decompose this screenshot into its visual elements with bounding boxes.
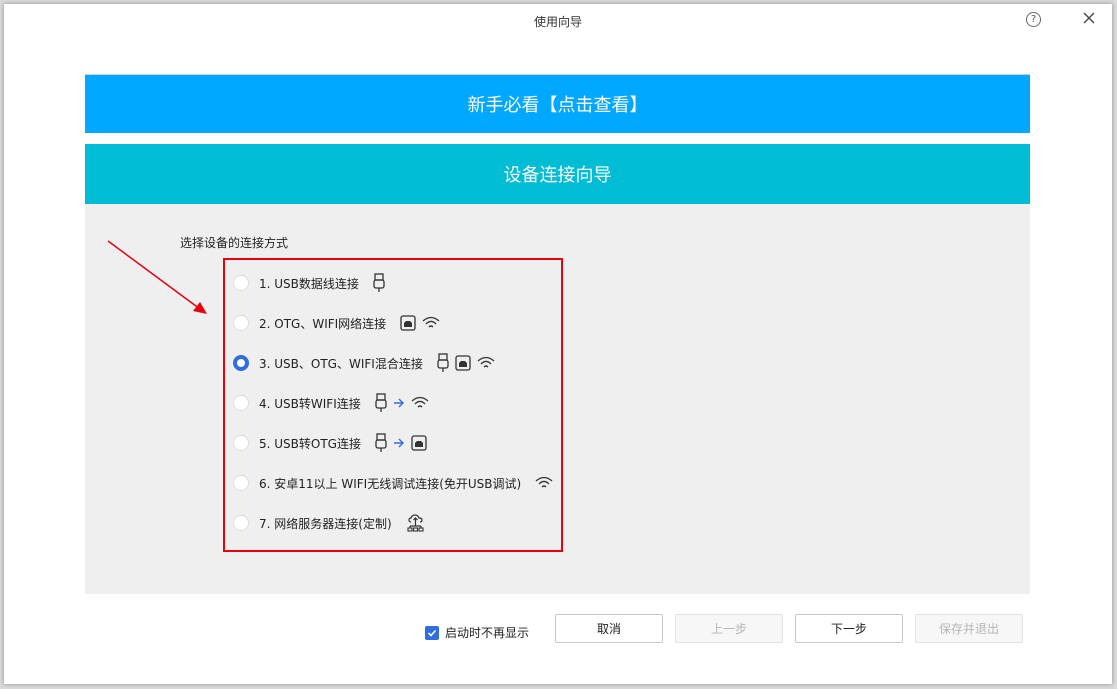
radio-button[interactable] — [233, 475, 249, 491]
wizard-window: 使用向导 ? 新手必看【点击查看】 设备连接向导 选择设备的连接方式 1. US… — [4, 4, 1112, 684]
section-title: 设备连接向导 — [85, 144, 1030, 204]
radio-button-selected[interactable] — [233, 355, 249, 371]
option-label: 6. 安卓11以上 WIFI无线调试连接(免开USB调试) — [259, 476, 522, 491]
otg-icon — [411, 435, 427, 451]
option-usb-to-wifi[interactable]: 4. USB转WIFI连接 — [233, 392, 429, 414]
otg-icon — [400, 315, 416, 331]
close-icon[interactable] — [1081, 10, 1097, 26]
option-label: 3. USB、OTG、WIFI混合连接 — [259, 356, 423, 371]
help-icon[interactable]: ? — [1026, 12, 1041, 27]
usb-icon — [375, 433, 387, 452]
usb-icon — [375, 393, 387, 412]
connection-prompt: 选择设备的连接方式 — [180, 236, 289, 250]
previous-step-button[interactable]: 上一步 — [675, 614, 783, 643]
newbie-guide-button[interactable]: 新手必看【点击查看】 — [85, 74, 1030, 133]
option-label: 2. OTG、WIFI网络连接 — [259, 316, 387, 331]
radio-button[interactable] — [233, 315, 249, 331]
radio-button[interactable] — [233, 395, 249, 411]
option-network-server[interactable]: 7. 网络服务器连接(定制) — [233, 512, 426, 534]
option-android11-wifi-debug[interactable]: 6. 安卓11以上 WIFI无线调试连接(免开USB调试) — [233, 472, 553, 494]
otg-icon — [455, 355, 471, 371]
option-label: 1. USB数据线连接 — [259, 276, 359, 291]
option-label: 7. 网络服务器连接(定制) — [259, 516, 392, 531]
wifi-icon — [535, 476, 553, 488]
usb-icon — [437, 353, 449, 372]
usb-icon — [373, 273, 385, 292]
wifi-icon — [422, 316, 440, 328]
option-label: 4. USB转WIFI连接 — [259, 396, 361, 411]
option-otg-wifi[interactable]: 2. OTG、WIFI网络连接 — [233, 312, 440, 334]
dont-show-on-startup-checkbox[interactable]: 启动时不再显示 — [425, 624, 529, 641]
arrow-right-icon — [393, 398, 404, 408]
cancel-button[interactable]: 取消 — [555, 614, 663, 643]
checkbox-checked-icon[interactable] — [425, 625, 439, 640]
arrow-right-icon — [393, 438, 404, 448]
save-and-exit-button[interactable]: 保存并退出 — [915, 614, 1023, 643]
radio-button[interactable] — [233, 515, 249, 531]
option-label: 5. USB转OTG连接 — [259, 436, 361, 451]
dont-show-label: 启动时不再显示 — [445, 626, 530, 640]
next-step-button[interactable]: 下一步 — [795, 614, 903, 643]
option-usb[interactable]: 1. USB数据线连接 — [233, 272, 385, 294]
radio-button[interactable] — [233, 275, 249, 291]
window-title: 使用向导 — [533, 15, 582, 29]
wifi-icon — [411, 396, 429, 408]
option-usb-otg-wifi[interactable]: 3. USB、OTG、WIFI混合连接 — [233, 352, 495, 374]
option-usb-to-otg[interactable]: 5. USB转OTG连接 — [233, 432, 427, 454]
wifi-icon — [477, 356, 495, 368]
cloud-network-icon — [407, 514, 424, 532]
radio-button[interactable] — [233, 435, 249, 451]
